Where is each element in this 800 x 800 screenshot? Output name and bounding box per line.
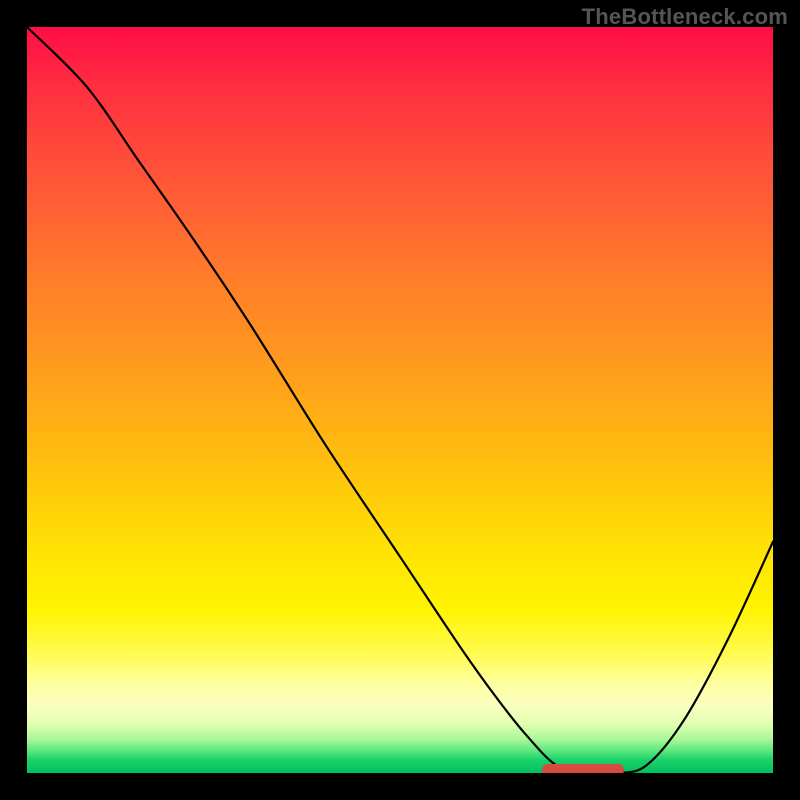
optimal-marker-bar: [542, 764, 624, 773]
bottleneck-curve: [27, 27, 773, 773]
plot-area: [27, 27, 773, 773]
attribution-watermark: TheBottleneck.com: [582, 4, 788, 30]
chart-container: TheBottleneck.com: [0, 0, 800, 800]
